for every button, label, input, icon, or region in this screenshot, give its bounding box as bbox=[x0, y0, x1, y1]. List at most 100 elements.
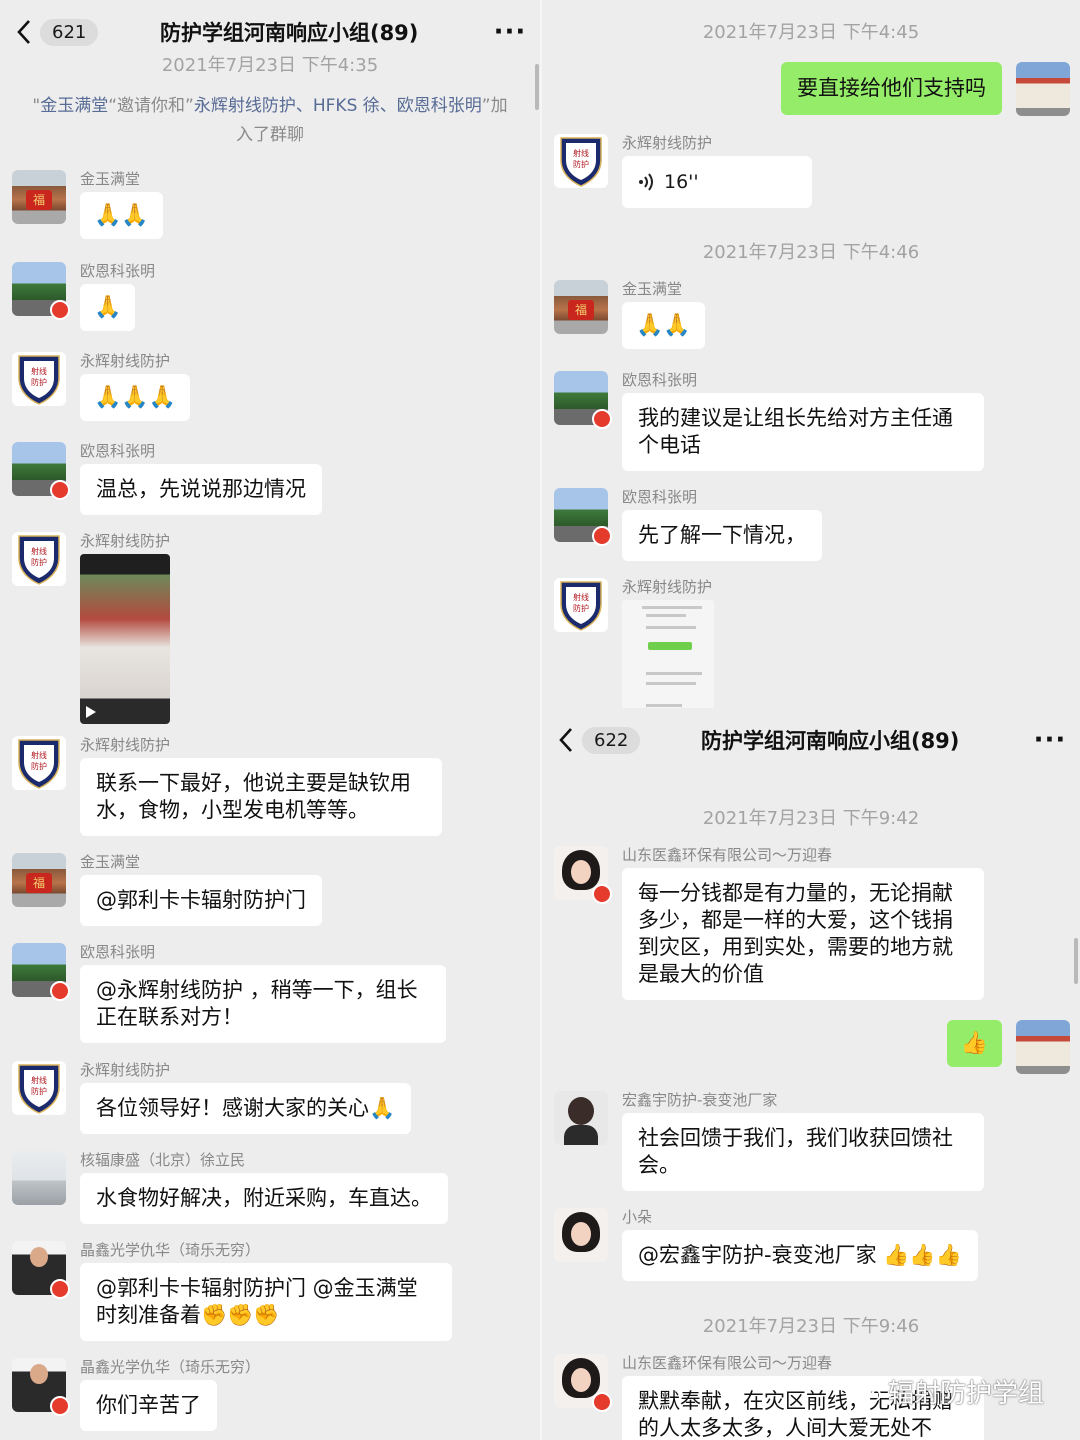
sender-name: 欧恩科张明 bbox=[80, 442, 156, 460]
thumbs-up-emoji-icon: 👍 bbox=[960, 1031, 988, 1056]
back-chevron-icon[interactable] bbox=[10, 12, 38, 52]
flag-icon bbox=[592, 1392, 612, 1412]
sender-name: 金玉满堂 bbox=[622, 280, 683, 298]
message-bubble[interactable]: 🙏🙏 bbox=[80, 192, 163, 239]
avatar[interactable] bbox=[554, 488, 612, 546]
svg-text:射线: 射线 bbox=[573, 592, 589, 602]
sender-name: 金玉满堂 bbox=[80, 170, 141, 188]
message-bubble[interactable]: 要直接给他们支持吗 bbox=[781, 62, 1002, 115]
scrollbar[interactable] bbox=[535, 64, 539, 110]
flag-icon bbox=[50, 300, 70, 320]
message-bubble[interactable]: @郭利卡卡辐射防护门 bbox=[80, 875, 322, 926]
svg-text:防护: 防护 bbox=[573, 159, 589, 169]
unread-count-badge[interactable]: 622 bbox=[582, 726, 641, 754]
message: 晶鑫光学仇华（琦乐无穷） @郭利卡卡辐射防护门 @金玉满堂 时刻准备着✊✊✊ bbox=[12, 1241, 530, 1341]
avatar[interactable] bbox=[12, 262, 70, 320]
pray-emoji-icon: 🙏🙏 bbox=[636, 313, 691, 338]
shield-logo-avatar[interactable]: 射线 防护 bbox=[12, 352, 66, 406]
avatar[interactable]: 福 bbox=[12, 170, 66, 224]
shield-logo-avatar[interactable]: 射线 防护 bbox=[12, 532, 66, 586]
timestamp: 2021年7月23日 下午4:45 bbox=[702, 22, 920, 43]
message-bubble[interactable]: 先了解一下情况， bbox=[622, 510, 822, 561]
invitees-link[interactable]: 永辉射线防护、HFKS 徐、欧恩科张明 bbox=[194, 96, 482, 116]
avatar[interactable]: 福 bbox=[12, 853, 66, 907]
svg-text:防护: 防护 bbox=[31, 1086, 47, 1096]
sender-name: 金玉满堂 bbox=[80, 853, 141, 871]
svg-text:射线: 射线 bbox=[31, 366, 47, 376]
self-avatar[interactable] bbox=[1016, 1020, 1070, 1074]
inviter-link[interactable]: 金玉满堂 bbox=[40, 96, 108, 116]
message: 福 金玉满堂 🙏🙏 bbox=[12, 170, 530, 239]
svg-text:射线: 射线 bbox=[573, 148, 589, 158]
unread-count-badge[interactable]: 621 bbox=[40, 18, 99, 46]
timestamp: 2021年7月23日 下午9:42 bbox=[702, 808, 920, 829]
message-bubble[interactable]: 社会回馈于我们，我们收获回馈社会。 bbox=[622, 1113, 984, 1191]
sender-name: 晶鑫光学仇华（琦乐无穷） bbox=[80, 1241, 261, 1259]
avatar[interactable] bbox=[12, 1241, 70, 1299]
timestamp: 2021年7月23日 下午9:46 bbox=[702, 1316, 920, 1337]
shield-logo-avatar[interactable]: 射线 防护 bbox=[554, 134, 608, 188]
avatar[interactable] bbox=[12, 943, 70, 1001]
message: 福 金玉满堂 @郭利卡卡辐射防护门 bbox=[12, 853, 530, 926]
message-bubble[interactable]: 联系一下最好，他说主要是缺钦用水，食物，小型发电机等等。 bbox=[80, 758, 442, 836]
shield-logo-avatar[interactable]: 射线 防护 bbox=[554, 578, 608, 632]
message-bubble[interactable]: 🙏 bbox=[80, 284, 136, 331]
more-options-icon[interactable]: ··· bbox=[1020, 725, 1080, 755]
back-chevron-icon[interactable] bbox=[552, 720, 580, 760]
flag-icon bbox=[50, 1396, 70, 1416]
svg-text:防护: 防护 bbox=[573, 603, 589, 613]
sender-name: 山东医鑫环保有限公司～万迎春 bbox=[622, 1354, 833, 1372]
avatar[interactable] bbox=[554, 846, 612, 904]
message: 福 金玉满堂 🙏🙏 bbox=[554, 280, 1070, 349]
scrollbar[interactable] bbox=[1074, 938, 1078, 984]
svg-text:射线: 射线 bbox=[31, 1075, 47, 1085]
screenshot-image[interactable] bbox=[622, 600, 714, 715]
message-bubble[interactable]: 🙏🙏🙏 bbox=[80, 374, 191, 421]
more-options-icon[interactable]: ··· bbox=[480, 17, 540, 47]
message: 欧恩科张明 温总，先说说那边情况 bbox=[12, 442, 530, 515]
message-bubble[interactable]: 👍 bbox=[946, 1020, 1002, 1067]
video-thumbnail[interactable] bbox=[80, 554, 170, 724]
message-bubble[interactable]: @郭利卡卡辐射防护门 @金玉满堂 时刻准备着✊✊✊ bbox=[80, 1263, 452, 1341]
avatar[interactable] bbox=[12, 1151, 66, 1205]
message-bubble[interactable]: 温总，先说说那边情况 bbox=[80, 464, 322, 515]
message: 小朵 @宏鑫宇防护-衰变池厂家 👍👍👍 bbox=[554, 1208, 1070, 1281]
svg-text:防护: 防护 bbox=[31, 377, 47, 387]
sender-name: 山东医鑫环保有限公司～万迎春 bbox=[622, 846, 833, 864]
svg-text:防护: 防护 bbox=[31, 557, 47, 567]
svg-text:防护: 防护 bbox=[31, 761, 47, 771]
message-bubble[interactable]: 我的建议是让组长先给对方主任通个电话 bbox=[622, 393, 984, 471]
sender-name: 永辉射线防护 bbox=[80, 532, 171, 550]
avatar[interactable]: 福 bbox=[554, 280, 608, 334]
voice-message-bubble[interactable]: 16'' bbox=[622, 156, 812, 208]
shield-logo-avatar[interactable]: 射线 防护 bbox=[12, 1061, 66, 1115]
message-bubble[interactable]: @永辉射线防护 ，稍等一下，组长正在联系对方！ bbox=[80, 965, 446, 1043]
avatar[interactable] bbox=[554, 1208, 608, 1262]
sender-name: 永辉射线防护 bbox=[80, 1061, 171, 1079]
message: 晶鑫光学仇华（琦乐无穷） 你们辛苦了 bbox=[12, 1358, 530, 1431]
message: 欧恩科张明 我的建议是让组长先给对方主任通个电话 bbox=[554, 371, 1070, 471]
message-bubble[interactable]: @宏鑫宇防护-衰变池厂家 👍👍👍 bbox=[622, 1230, 978, 1281]
message-bubble[interactable]: 每一分钱都是有力量的，无论捐献多少，都是一样的大爱，这个钱捐到灾区，用到实处，需… bbox=[622, 868, 984, 1000]
sender-name: 小朵 bbox=[622, 1208, 653, 1226]
svg-text:射线: 射线 bbox=[31, 546, 47, 556]
avatar[interactable] bbox=[554, 371, 612, 429]
sender-name: 欧恩科张明 bbox=[80, 262, 156, 280]
sender-name: 欧恩科张明 bbox=[622, 371, 698, 389]
avatar[interactable] bbox=[12, 1358, 70, 1416]
shield-logo-avatar[interactable]: 射线 防护 bbox=[12, 736, 66, 790]
message-bubble[interactable]: 水食物好解决，附近采购，车直达。 bbox=[80, 1173, 448, 1224]
message: 山东医鑫环保有限公司～万迎春 每一分钱都是有力量的，无论捐献多少，都是一样的大爱… bbox=[554, 846, 1070, 1000]
message-bubble[interactable]: 各位领导好！感谢大家的关心🙏 bbox=[80, 1083, 412, 1134]
chat-title: 防护学组河南响应小组(89) bbox=[700, 729, 960, 753]
timestamp: 2021年7月23日 下午4:46 bbox=[702, 242, 920, 263]
message-bubble[interactable]: 你们辛苦了 bbox=[80, 1380, 217, 1431]
message-bubble[interactable]: 🙏🙏 bbox=[622, 302, 705, 349]
avatar[interactable] bbox=[12, 442, 70, 500]
self-avatar[interactable] bbox=[1016, 62, 1070, 116]
avatar[interactable] bbox=[554, 1354, 612, 1412]
avatar[interactable] bbox=[554, 1091, 608, 1145]
system-invite-message: "金玉满堂“邀请你和”永辉射线防护、HFKS 徐、欧恩科张明”加入了群聊 bbox=[32, 96, 508, 145]
chat-header: 622 防护学组河南响应小组(89) ··· bbox=[542, 708, 1080, 772]
watermark-text: 辐射防护学组 bbox=[887, 1379, 1044, 1409]
